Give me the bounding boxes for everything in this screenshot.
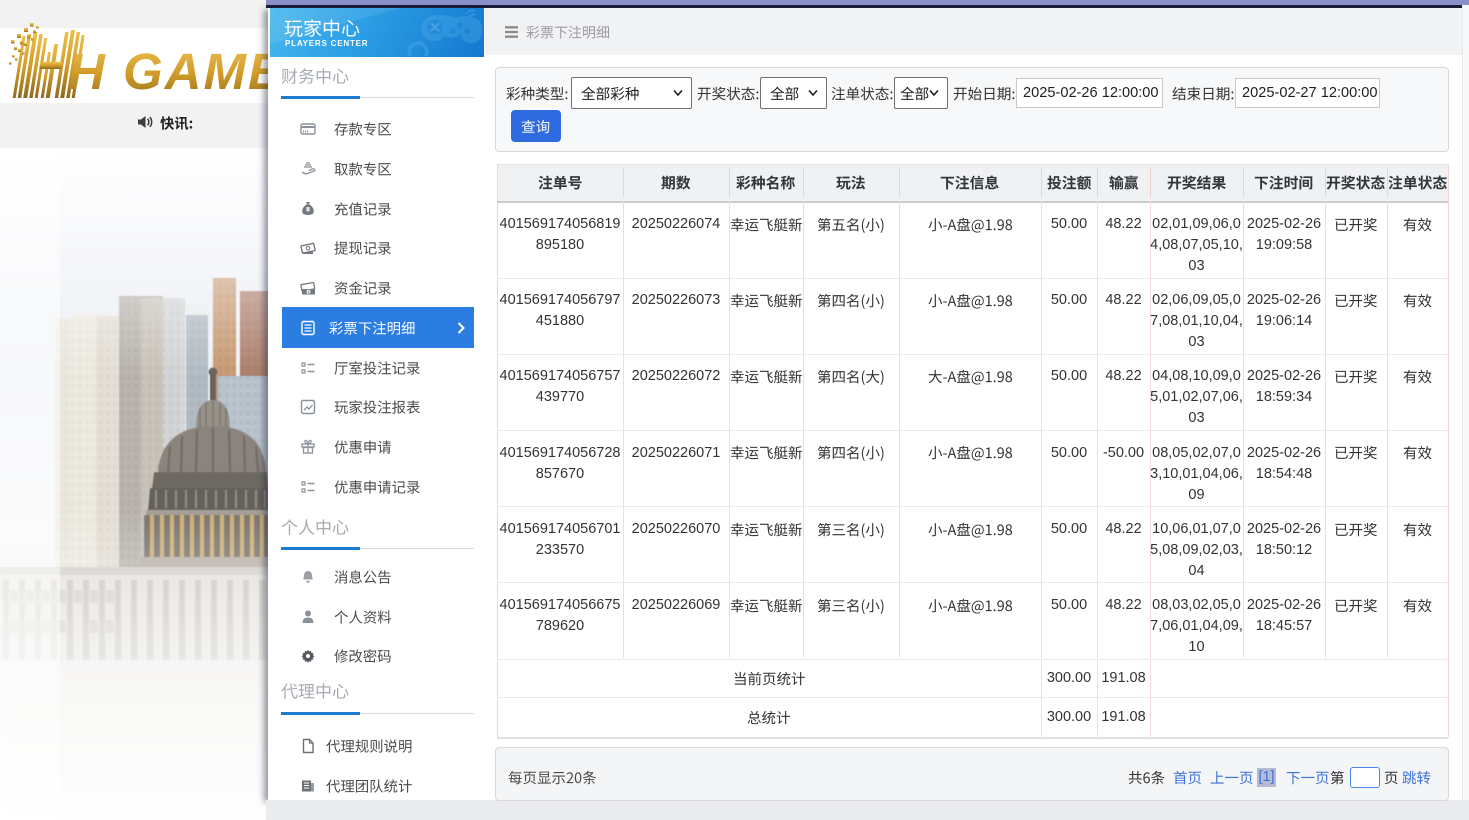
svg-text:H GAME: H GAME xyxy=(68,43,268,100)
